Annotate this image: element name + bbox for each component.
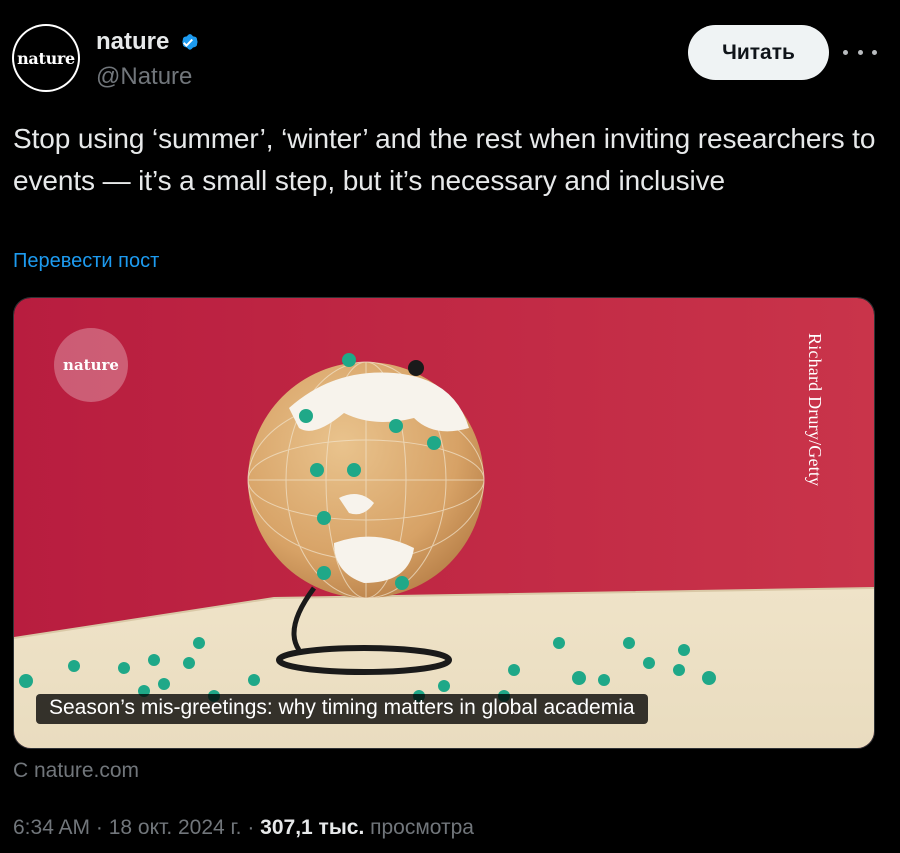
author-display-name[interactable]: nature	[96, 28, 169, 56]
views-count: 307,1 тыс.	[260, 816, 365, 839]
photo-credit: Richard Drury/Getty	[805, 333, 825, 487]
post-date[interactable]: 18 окт. 2024 г.	[109, 816, 242, 839]
dot	[843, 49, 848, 55]
avatar[interactable]: nature	[12, 24, 80, 92]
card-nature-logo: nature	[54, 328, 128, 402]
views-label: просмотра	[364, 816, 474, 839]
card-headline[interactable]: Season’s mis-greetings: why timing matte…	[36, 694, 648, 724]
meta-separator: ·	[241, 816, 261, 839]
post-text: Stop using ‘summer’, ‘winter’ and the re…	[13, 123, 876, 196]
dot	[857, 49, 863, 55]
post-time[interactable]: 6:34 AM	[13, 816, 90, 839]
translate-post-link[interactable]: Перевести пост	[13, 250, 159, 273]
post-meta: 6:34 AM · 18 окт. 2024 г. · 307,1 тыс. п…	[13, 816, 474, 840]
meta-separator: ·	[90, 816, 109, 839]
author-handle[interactable]: @Nature	[96, 63, 192, 91]
article-photo	[14, 298, 874, 748]
avatar-logo: nature	[14, 26, 78, 90]
verified-badge-icon	[182, 34, 198, 50]
follow-button[interactable]: Читать	[688, 25, 829, 80]
post-page: nature nature @Nature Читать Stop using …	[0, 0, 900, 853]
dot	[872, 49, 877, 55]
link-card[interactable]: nature Richard Drury/Getty Season’s mis-…	[13, 297, 875, 749]
author-name-row[interactable]: nature	[96, 28, 201, 56]
more-horizontal-icon[interactable]	[843, 40, 877, 64]
card-source[interactable]: С nature.com	[13, 759, 139, 783]
